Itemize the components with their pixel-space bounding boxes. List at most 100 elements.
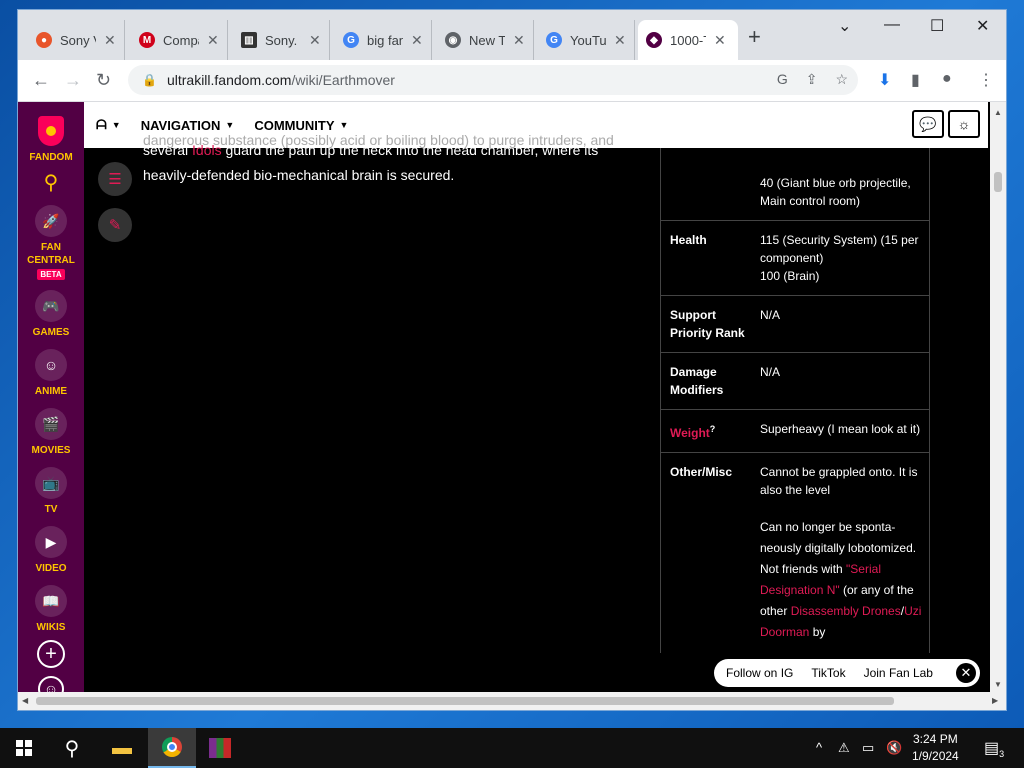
scroll-left-arrow-icon[interactable]: ◀ (22, 696, 28, 705)
scroll-down-arrow-icon[interactable]: ▼ (994, 680, 1002, 689)
maximize-icon[interactable]: ☐ (930, 16, 944, 36)
url-host: ultrakill.fandom.com (166, 72, 292, 88)
infobox-value: Superheavy (I mean look at it) (760, 422, 921, 436)
article-side-tools: ☰ ✎ (98, 162, 132, 254)
user-account-button[interactable]: ☺ (38, 676, 64, 692)
tab-favicon-icon: ▥ (241, 32, 257, 48)
theme-toggle-sun-icon[interactable]: ☼ (948, 110, 980, 138)
start-button[interactable] (0, 728, 48, 768)
file-explorer-icon[interactable]: ▬ (98, 728, 146, 768)
bookmark-star-icon[interactable]: ☆ (835, 71, 848, 88)
address-bar[interactable]: 🔒 ultrakill.fandom.com /wiki/Earthmover … (128, 65, 858, 95)
system-clock[interactable]: 3:24 PM 1/9/2024 (912, 731, 959, 765)
tab-search-chevron-icon[interactable]: ⌄ (838, 16, 851, 36)
scroll-up-arrow-icon[interactable]: ▲ (994, 108, 1002, 117)
chrome-menu-icon[interactable]: ⋮ (978, 70, 994, 90)
beta-badge: BETA (37, 269, 65, 280)
browser-tab-5[interactable]: ◉ New Ta ✕ (437, 20, 534, 60)
horizontal-scroll-thumb[interactable] (36, 697, 894, 705)
tab-strip: ● Sony V ✕ M Compa ✕ ▥ Sony. V ✕ G big f… (18, 10, 1006, 60)
fandom-logo[interactable] (34, 112, 68, 147)
chrome-taskbar-icon[interactable] (148, 728, 196, 768)
new-tab-icon[interactable]: + (748, 24, 761, 50)
follow-bar: Follow on IG TikTok Join Fan Lab ✕ (714, 659, 980, 687)
tab-favicon-icon: M (139, 32, 155, 48)
infobox-value: N/A (760, 308, 781, 322)
browser-tab-active[interactable]: ◆ 1000-T ✕ (638, 20, 738, 60)
browser-tab-2[interactable]: M Compa ✕ (131, 20, 228, 60)
show-hidden-icons-chevron-icon[interactable]: ^ (816, 740, 822, 755)
clapperboard-icon: 🎬 (35, 408, 67, 440)
rail-item-label: TV (44, 504, 58, 515)
infobox-label: Damage Modifiers (670, 365, 724, 397)
rail-item-label: WIKIS (36, 622, 66, 633)
follow-ig-link[interactable]: Follow on IG (726, 666, 793, 680)
infobox-value: Not friends with "Serial Designation N" … (760, 559, 922, 643)
tab-favicon-icon: G (343, 32, 359, 48)
join-fan-lab-link[interactable]: Join Fan Lab (864, 666, 933, 680)
network-warning-icon[interactable]: ⚠ (838, 740, 850, 756)
tab-title: Sony. V (265, 32, 301, 48)
download-icon[interactable]: ⬇ (878, 70, 891, 90)
table-of-contents-icon[interactable]: ☰ (98, 162, 132, 196)
windows-taskbar: ⚲ ▬ ^ ⚠ ▭ 🔇 3:24 PM 1/9/2024 ▤3 (0, 728, 1024, 768)
horizontal-scrollbar[interactable]: ◀ ▶ (18, 692, 1006, 710)
infobox-label: Health (670, 233, 707, 247)
share-icon[interactable]: ⇪ (806, 71, 818, 88)
rail-item-label: MOVIES (31, 445, 71, 456)
edit-pencil-icon[interactable]: ✎ (98, 208, 132, 242)
rail-item-movies[interactable]: 🎬 MOVIES (31, 408, 71, 457)
notifications-icon[interactable]: ▤3 (984, 738, 1004, 759)
back-arrow-icon[interactable]: ← (32, 70, 50, 91)
tab-title: 1000-T (670, 32, 706, 48)
browser-tab-3[interactable]: ▥ Sony. V ✕ (233, 20, 330, 60)
tab-close-icon[interactable]: ✕ (309, 32, 321, 49)
vertical-scrollbar[interactable]: ▲ ▼ (990, 102, 1006, 692)
infobox-label: Other/Misc (670, 465, 733, 479)
weight-help-link[interactable]: ? (710, 424, 716, 434)
tab-favicon-icon: G (546, 32, 562, 48)
tab-close-icon[interactable]: ✕ (513, 32, 525, 49)
search-button[interactable]: ⚲ (44, 170, 59, 195)
gamepad-icon: 🎮 (34, 290, 67, 322)
discussions-icon[interactable]: 💬 (912, 110, 944, 138)
weight-link[interactable]: Weight (670, 426, 710, 440)
tab-close-icon[interactable]: ✕ (207, 32, 219, 49)
minimize-icon[interactable]: — (884, 16, 900, 34)
browser-tab-6[interactable]: G YouTub ✕ (538, 20, 635, 60)
tab-favicon-icon: ◉ (445, 32, 461, 48)
browser-tab-4[interactable]: G big fan ✕ (335, 20, 432, 60)
tab-close-icon[interactable]: ✕ (614, 32, 626, 49)
infobox-value: 100 (Brain) (760, 269, 820, 283)
reload-icon[interactable]: ↻ (96, 70, 111, 91)
close-window-icon[interactable]: ✕ (976, 16, 989, 36)
tab-close-icon[interactable]: ✕ (411, 32, 423, 49)
rail-item-video[interactable]: ▶ VIDEO (35, 526, 67, 575)
scroll-right-arrow-icon[interactable]: ▶ (992, 696, 998, 705)
search-icon[interactable]: ⚲ (48, 728, 96, 768)
rail-item-tv[interactable]: 📺 TV (35, 467, 67, 516)
user-icon: ☺ (38, 676, 64, 692)
google-lens-icon[interactable]: G (777, 71, 788, 88)
browser-tab-1[interactable]: ● Sony V ✕ (28, 20, 125, 60)
profile-avatar-icon[interactable]: ● (942, 70, 952, 88)
speaker-muted-icon[interactable]: 🔇 (886, 740, 902, 756)
close-icon[interactable]: ✕ (956, 663, 976, 683)
vertical-scroll-thumb[interactable] (994, 172, 1002, 192)
create-wiki-button[interactable]: + (37, 640, 65, 668)
winrar-icon[interactable] (196, 728, 244, 768)
tab-close-icon[interactable]: ✕ (714, 32, 726, 49)
forward-arrow-icon[interactable]: → (64, 70, 82, 91)
side-panel-icon[interactable]: ▮ (911, 70, 920, 90)
tab-close-icon[interactable]: ✕ (104, 32, 116, 49)
rail-item-anime[interactable]: ☺ ANIME (35, 349, 67, 398)
rail-item-fan-central[interactable]: 🚀 FAN CENTRAL BETA (26, 205, 76, 280)
rail-item-wikis[interactable]: 📖 WIKIS (35, 585, 67, 634)
wiki-logo-dropdown[interactable]: ᗩ ▼ (96, 117, 121, 133)
monitor-icon[interactable]: ▭ (862, 740, 874, 756)
disassembly-drones-link[interactable]: Disassembly Drones (791, 604, 901, 618)
rail-item-label: ANIME (34, 386, 68, 397)
tiktok-link[interactable]: TikTok (811, 666, 845, 680)
rail-item-games[interactable]: 🎮 GAMES (32, 290, 70, 339)
rail-item-label: GAMES (32, 327, 70, 338)
